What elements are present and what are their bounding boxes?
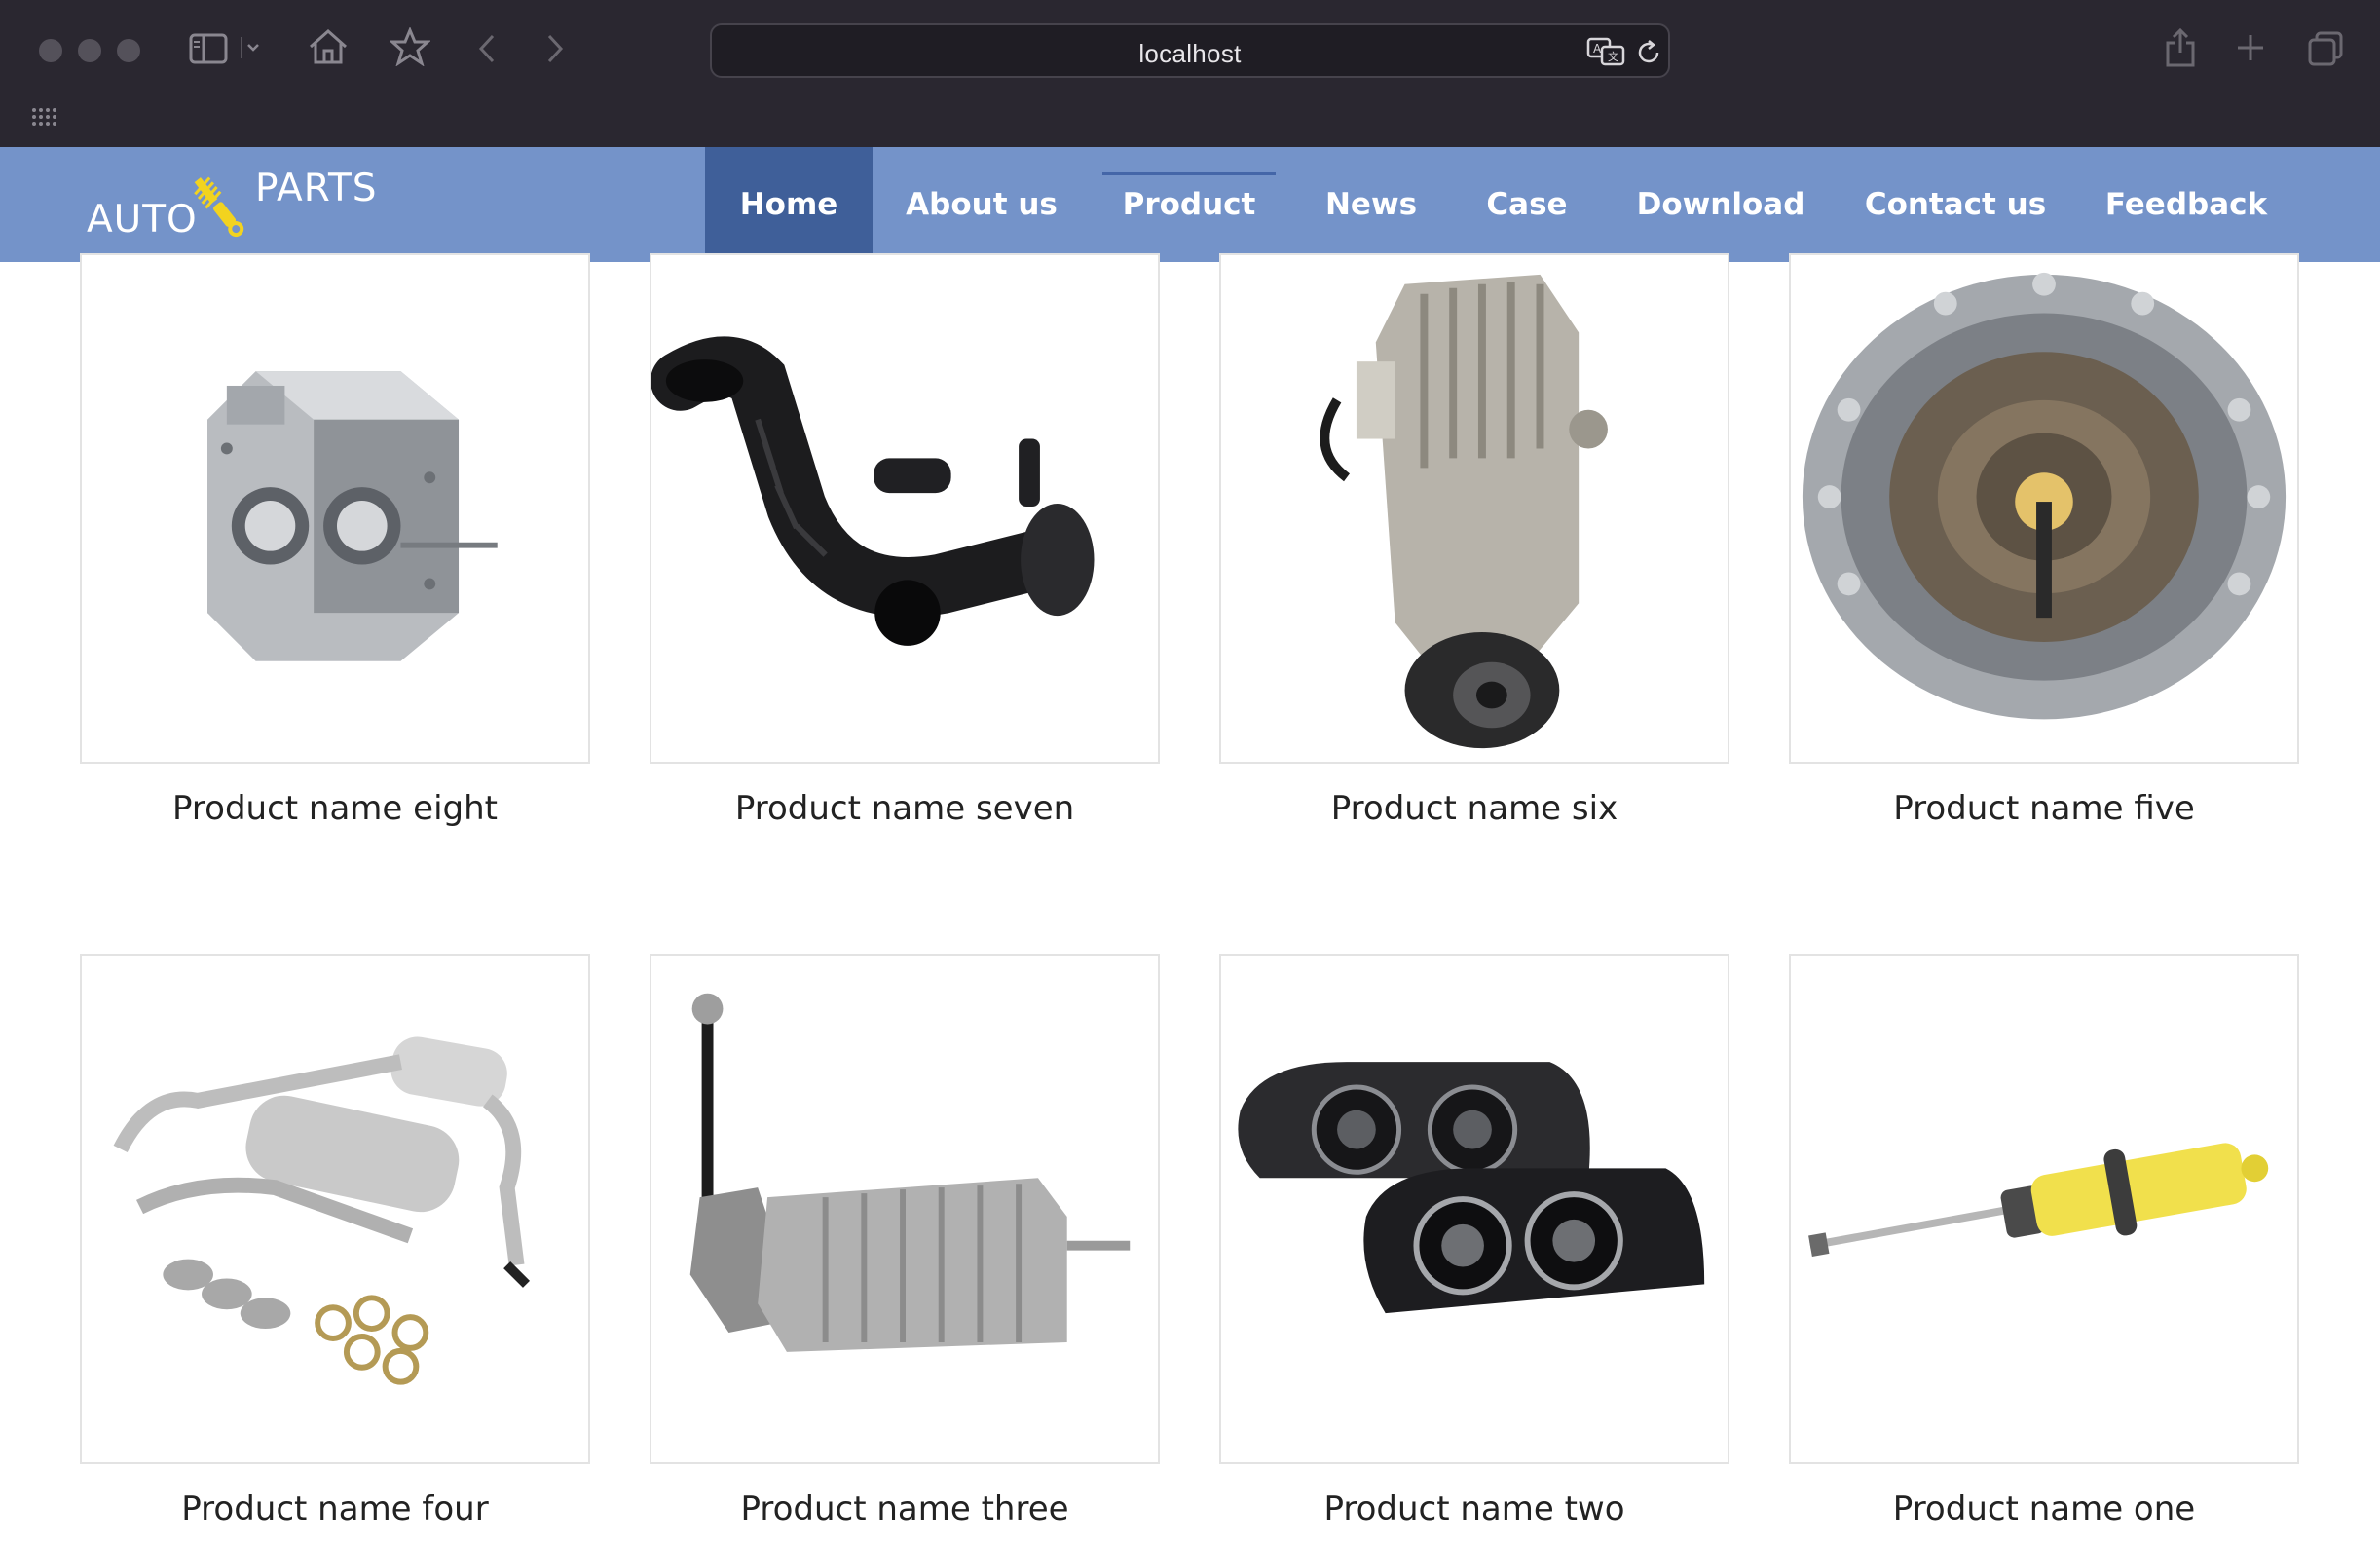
product-card-five[interactable]: [1789, 253, 2299, 764]
translate-icon[interactable]: A文: [1586, 37, 1625, 66]
close-window-button[interactable]: [39, 39, 62, 62]
engine-block-image: [207, 371, 498, 661]
exhaust-kit-image: [113, 1036, 530, 1385]
product-name-eight[interactable]: Product name eight: [80, 789, 590, 828]
product-name-seven[interactable]: Product name seven: [650, 789, 1160, 828]
nav-feedback[interactable]: Feedback: [2094, 147, 2279, 262]
nav-news[interactable]: News: [1317, 147, 1426, 262]
zoom-window-button[interactable]: [117, 39, 140, 62]
back-icon[interactable]: [475, 33, 499, 64]
chevron-down-icon[interactable]: [240, 37, 261, 58]
product-card-one[interactable]: [1789, 954, 2299, 1464]
url-text: localhost: [1138, 39, 1242, 68]
product-card-four[interactable]: [80, 954, 590, 1464]
address-bar[interactable]: localhost A文: [710, 23, 1670, 78]
star-icon[interactable]: [390, 27, 430, 66]
gearbox-image: [689, 993, 1131, 1352]
intake-hose-image: [651, 336, 1095, 646]
forward-icon[interactable]: [543, 33, 567, 64]
shock-absorber-image: [1808, 1143, 2269, 1258]
site-logo[interactable]: AUTO PARTS: [84, 167, 395, 245]
product-card-seven[interactable]: [650, 253, 1160, 764]
logo-parts-text: PARTS: [255, 167, 378, 210]
product-name-one[interactable]: Product name one: [1789, 1489, 2299, 1528]
product-name-four[interactable]: Product name four: [80, 1489, 590, 1528]
nav-home[interactable]: Home: [705, 147, 873, 262]
product-name-six[interactable]: Product name six: [1219, 789, 1729, 828]
sidebar-icon[interactable]: [189, 33, 228, 64]
svg-text:文: 文: [1608, 50, 1618, 63]
home-icon[interactable]: [308, 27, 349, 66]
product-name-three[interactable]: Product name three: [650, 1489, 1160, 1528]
product-name-five[interactable]: Product name five: [1789, 789, 2299, 828]
svg-text:A: A: [1593, 42, 1602, 56]
grid-icon[interactable]: [31, 107, 56, 127]
headlights-image: [1238, 1062, 1705, 1314]
reload-icon[interactable]: [1635, 39, 1662, 66]
browser-toolbar: localhost A文: [0, 0, 2380, 147]
nav-product[interactable]: Product: [1102, 147, 1276, 262]
tab-overview-icon[interactable]: [2308, 31, 2343, 66]
new-tab-icon[interactable]: [2236, 33, 2265, 62]
nav-contact-us[interactable]: Contact us: [1858, 147, 2053, 262]
supercharger-image: [1320, 274, 1608, 749]
product-card-two[interactable]: [1219, 954, 1729, 1464]
minimize-window-button[interactable]: [78, 39, 101, 62]
product-name-two[interactable]: Product name two: [1219, 1489, 1729, 1528]
nav-about-us[interactable]: About us: [896, 147, 1067, 262]
product-card-three[interactable]: [650, 954, 1160, 1464]
nav-download[interactable]: Download: [1628, 147, 1813, 262]
site-header: AUTO PARTS Home About us Product News Ca…: [0, 147, 2380, 262]
product-card-six[interactable]: [1219, 253, 1729, 764]
shock-absorber-logo-icon: [194, 176, 244, 238]
transmission-housing-image: [1802, 272, 2287, 720]
nav-case[interactable]: Case: [1469, 147, 1585, 262]
product-card-eight[interactable]: [80, 253, 590, 764]
share-icon[interactable]: [2164, 27, 2197, 68]
